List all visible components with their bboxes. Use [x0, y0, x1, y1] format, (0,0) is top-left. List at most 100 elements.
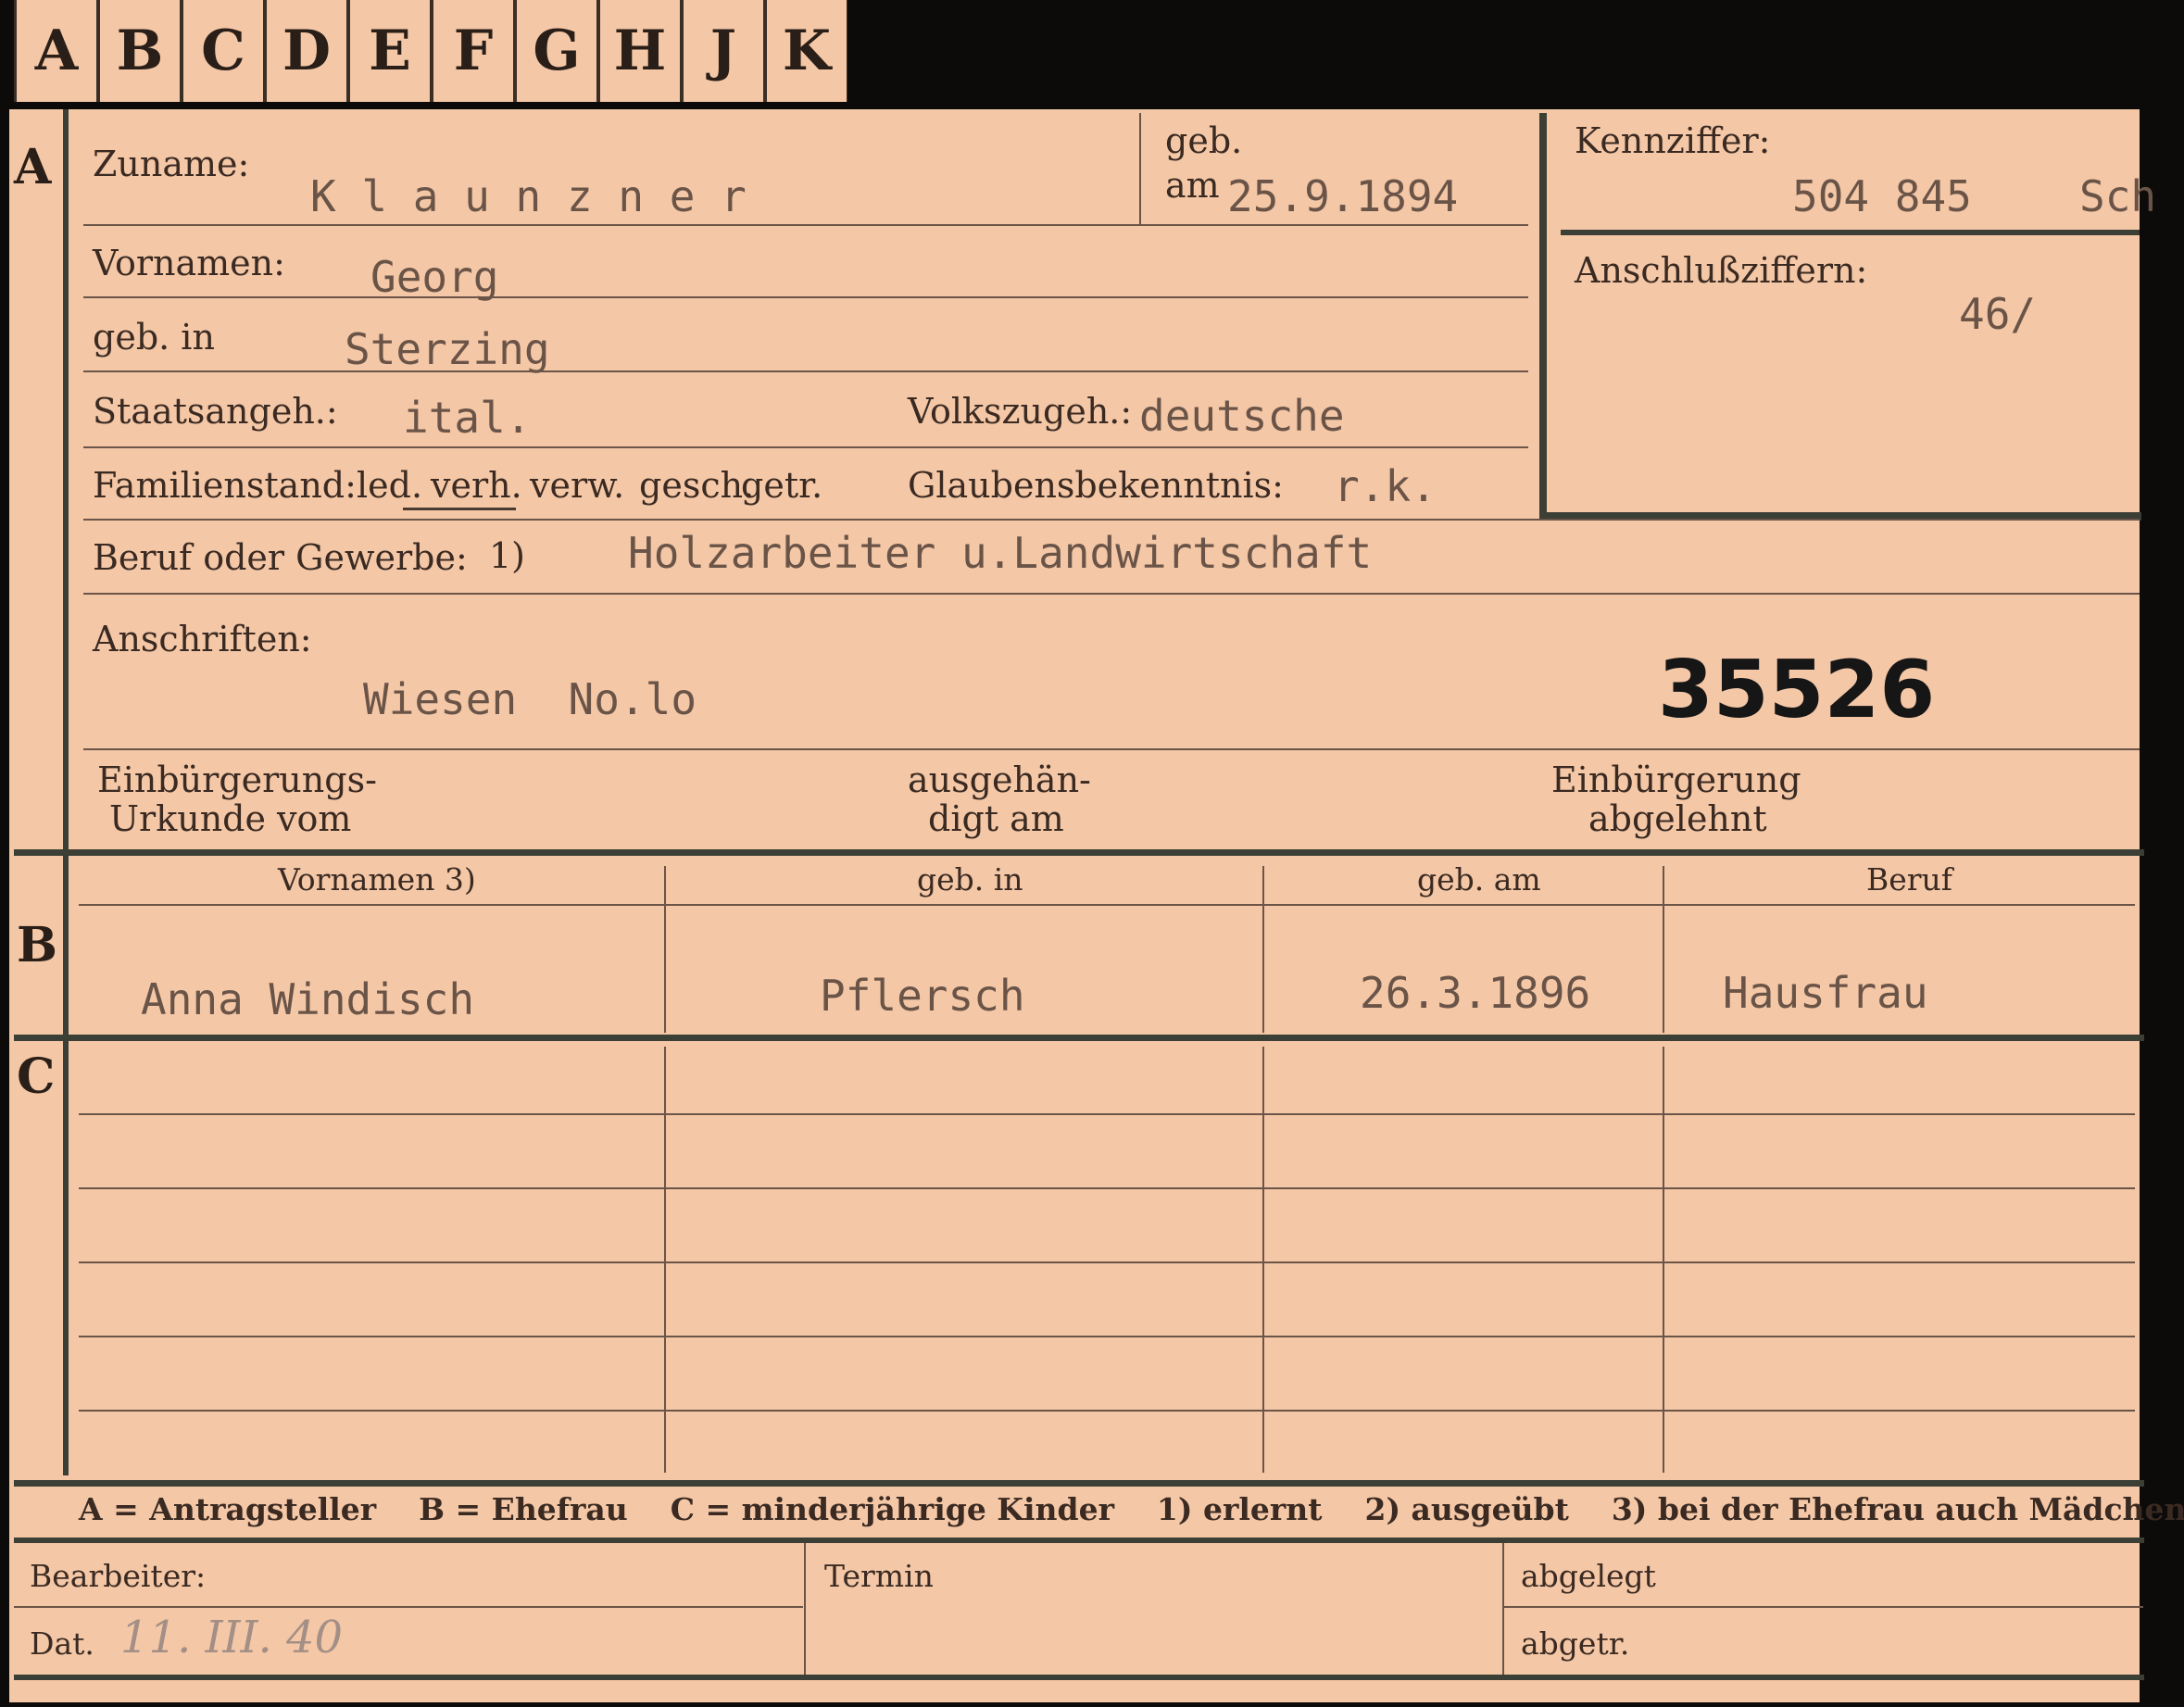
index-tab: C	[181, 0, 264, 102]
column-divider	[1262, 866, 1264, 1033]
beruf-footnote: 1)	[489, 535, 526, 576]
legend-text: A = Antragsteller B = Ehefrau C = minder…	[79, 1491, 2184, 1527]
familienstand-option: led.	[357, 465, 423, 506]
vornamen-label: Vornamen:	[93, 243, 285, 283]
column-divider	[804, 1543, 806, 1675]
beruf-label: Beruf oder Gewerbe:	[93, 537, 468, 578]
index-tab: A	[14, 0, 97, 102]
termin-label: Termin	[824, 1558, 934, 1594]
ausgehaendigt-label: ausgehän-	[908, 759, 1091, 800]
line	[83, 224, 1528, 226]
section-rule	[14, 1035, 2144, 1041]
column-header-geb-in: geb. in	[917, 861, 1023, 897]
line	[83, 370, 1528, 372]
geb-am-value: 25.9.1894	[1227, 171, 1459, 221]
index-tab: J	[681, 0, 764, 102]
line	[79, 1336, 2135, 1337]
index-tab: H	[597, 0, 681, 102]
column-divider	[1663, 866, 1664, 1033]
volkszugeh-label: Volkszugeh.:	[908, 391, 1133, 432]
index-tabs: A B C D E F G H J K	[14, 0, 847, 104]
geb-divider	[1139, 113, 1141, 224]
abgelegt-label: abgelegt	[1521, 1558, 1656, 1594]
line	[83, 296, 1528, 298]
bearbeiter-label: Bearbeiter:	[30, 1558, 207, 1594]
staatsangeh-label: Staatsangeh.:	[93, 391, 338, 432]
anschlussziffern-label: Anschlußziffern:	[1575, 250, 1868, 291]
einbuergerung-abgelehnt-label: abgelehnt	[1588, 798, 1767, 839]
section-letter-c: C	[17, 1048, 56, 1105]
kennziffer-label: Kennziffer:	[1575, 120, 1771, 161]
dat-label: Dat.	[30, 1625, 94, 1662]
familienstand-selected-underline	[403, 508, 516, 510]
left-margin-rule	[63, 109, 69, 1475]
section-letter-a: A	[14, 139, 52, 195]
column-divider	[1663, 1047, 1664, 1473]
line	[83, 519, 2140, 521]
einbuergerung-abgelehnt-label: Einbürgerung	[1551, 759, 1801, 800]
line	[79, 1187, 2135, 1189]
familienstand-label: Familienstand:	[93, 465, 357, 506]
column-divider	[1502, 1543, 1504, 1675]
familienstand-option: gesch.	[639, 465, 755, 506]
familienstand-option: verh.	[431, 465, 522, 506]
kennziffer-divider	[1561, 230, 2140, 235]
geb-in-label: geb. in	[93, 317, 215, 358]
glaubensbekenntnis-value: r.k.	[1334, 461, 1437, 511]
kennziffer-box-left	[1539, 113, 1547, 521]
staatsangeh-value: ital.	[403, 393, 532, 443]
am-label: am	[1165, 165, 1220, 206]
zuname-value: K l a u n z n e r	[310, 171, 747, 221]
line	[79, 1113, 2135, 1115]
anschriften-label: Anschriften:	[93, 619, 312, 659]
geb-in-value: Sterzing	[345, 324, 550, 374]
line	[79, 904, 2135, 906]
registration-card	[9, 109, 2140, 1702]
column-header-vornamen: Vornamen 3)	[278, 861, 476, 897]
index-tab: E	[347, 0, 431, 102]
volkszugeh-value: deutsche	[1139, 391, 1345, 441]
line	[79, 1410, 2135, 1412]
index-tab: F	[431, 0, 514, 102]
familienstand-option: verw.	[530, 465, 625, 506]
beruf-value: Holzarbeiter u.Landwirtschaft	[628, 528, 1373, 578]
index-tab: G	[514, 0, 597, 102]
section-rule	[14, 849, 2144, 856]
einbuergerungsurkunde-label: Einbürgerungs-	[97, 759, 377, 800]
ehefrau-beruf-value: Hausfrau	[1723, 968, 1928, 1018]
kennziffer-value: 504 845	[1792, 171, 1972, 221]
section-letter-b: B	[17, 917, 57, 973]
section-rule	[14, 1480, 2144, 1487]
zuname-label: Zuname:	[93, 144, 250, 184]
line	[1504, 1606, 2143, 1608]
einbuergerungsurkunde-label: Urkunde vom	[109, 798, 352, 839]
line	[14, 1606, 803, 1608]
familienstand-option: getr.	[741, 465, 823, 506]
kennziffer-suffix: Sch	[2079, 171, 2157, 221]
index-tab: B	[97, 0, 181, 102]
line	[83, 748, 2140, 750]
column-divider	[664, 1047, 666, 1473]
line	[83, 446, 1528, 448]
dat-value: 11. III. 40	[120, 1612, 344, 1663]
glaubensbekenntnis-label: Glaubensbekenntnis:	[908, 465, 1284, 506]
anschriften-value: Wiesen No.lo	[363, 674, 697, 724]
index-tab: K	[764, 0, 847, 102]
section-rule	[14, 1538, 2144, 1543]
ehefrau-geb-am-value: 26.3.1896	[1360, 968, 1591, 1018]
column-divider	[1262, 1047, 1264, 1473]
column-header-beruf: Beruf	[1866, 861, 1953, 897]
column-divider	[664, 866, 666, 1033]
stamp-number: 35526	[1658, 644, 1936, 736]
line	[79, 1261, 2135, 1263]
abgetr-label: abgetr.	[1521, 1625, 1630, 1662]
anschlussziffern-value: 46/	[1959, 289, 2037, 339]
ausgehaendigt-label: digt am	[928, 798, 1064, 839]
section-rule	[14, 1675, 2144, 1680]
column-header-geb-am: geb. am	[1417, 861, 1541, 897]
ehefrau-vornamen-value: Anna Windisch	[141, 974, 475, 1024]
line	[83, 593, 2140, 595]
geb-label: geb.	[1165, 120, 1243, 161]
vornamen-value: Georg	[370, 252, 499, 302]
ehefrau-geb-in-value: Pflersch	[820, 971, 1025, 1021]
